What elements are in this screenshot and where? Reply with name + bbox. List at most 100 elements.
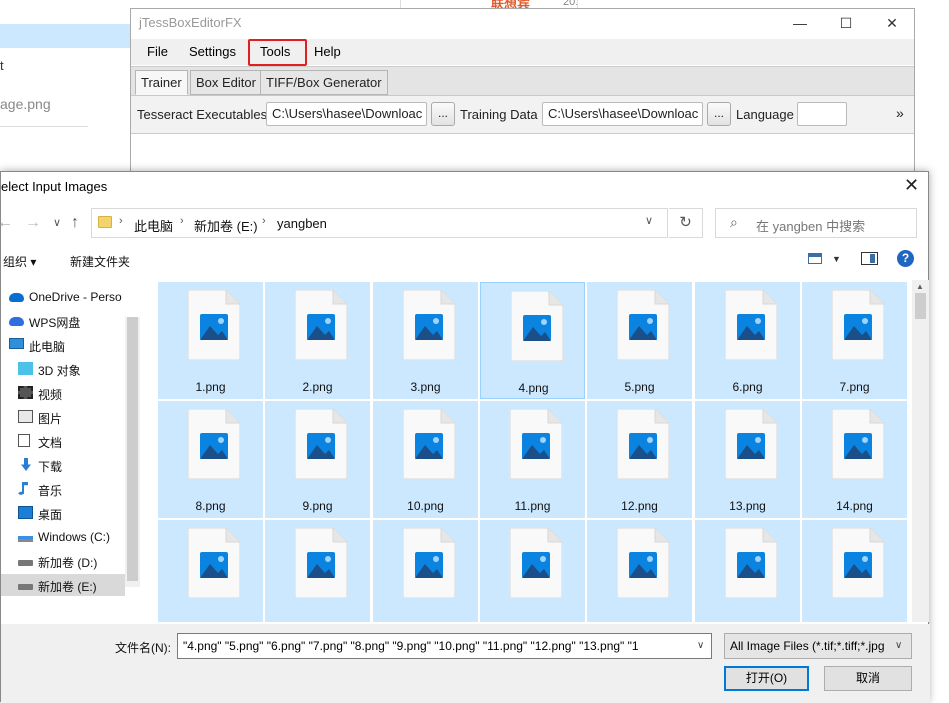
tesseract-executables-field[interactable]: C:\Users\hasee\Downloac bbox=[266, 102, 427, 126]
training-data-field[interactable]: C:\Users\hasee\Downloac bbox=[542, 102, 703, 126]
file-item[interactable] bbox=[373, 520, 478, 622]
tab-trainer[interactable]: Trainer bbox=[135, 70, 188, 95]
file-item[interactable]: 13.png bbox=[695, 401, 800, 518]
file-item[interactable]: 12.png bbox=[587, 401, 692, 518]
file-item[interactable]: 7.png bbox=[802, 282, 907, 399]
tesseract-browse-button[interactable]: ... bbox=[431, 102, 455, 126]
nav-item-label: 新加卷 (D:) bbox=[38, 556, 98, 570]
file-type-filter-select[interactable]: All Image Files (*.tif;*.tiff;*.jpg ∨ bbox=[724, 633, 912, 659]
nav-item[interactable]: 文档 bbox=[1, 430, 125, 452]
toolbar-overflow-button[interactable]: » bbox=[896, 105, 904, 121]
file-item[interactable]: 10.png bbox=[373, 401, 478, 518]
nav-item[interactable]: 下载 bbox=[1, 454, 125, 476]
documents-icon bbox=[18, 434, 30, 447]
cancel-button[interactable]: 取消 bbox=[824, 666, 912, 691]
filename-input[interactable]: "4.png" "5.png" "6.png" "7.png" "8.png" … bbox=[177, 633, 712, 659]
nav-item[interactable]: WPS网盘 bbox=[1, 310, 125, 332]
file-item[interactable]: 8.png bbox=[158, 401, 263, 518]
menu-settings[interactable]: Settings bbox=[189, 44, 236, 59]
view-options-icon[interactable] bbox=[808, 253, 822, 264]
organize-button[interactable]: 组织 ▾ bbox=[3, 253, 36, 270]
training-browse-button[interactable]: ... bbox=[707, 102, 731, 126]
chevron-down-icon[interactable]: ∨ bbox=[895, 634, 902, 658]
nav-item[interactable]: 视频 bbox=[1, 382, 125, 404]
nav-item[interactable]: 音乐 bbox=[1, 478, 125, 500]
file-item[interactable]: 5.png bbox=[587, 282, 692, 399]
nav-item-label: Windows (C:) bbox=[38, 530, 111, 544]
scrollbar-thumb[interactable] bbox=[915, 293, 926, 319]
file-item[interactable] bbox=[695, 520, 800, 622]
nav-item-label: 新加卷 (E:) bbox=[38, 580, 97, 594]
search-input[interactable]: ⌕ 在 yangben 中搜索 bbox=[715, 208, 917, 238]
menu-help[interactable]: Help bbox=[314, 44, 341, 59]
scroll-up-icon[interactable]: ▲ bbox=[916, 282, 924, 291]
search-placeholder: 在 yangben 中搜索 bbox=[756, 219, 866, 234]
new-folder-button[interactable]: 新建文件夹 bbox=[70, 253, 130, 270]
tab-box-editor[interactable]: Box Editor bbox=[190, 70, 262, 95]
search-icon: ⌕ bbox=[730, 214, 738, 230]
minimize-button[interactable]: — bbox=[777, 9, 823, 37]
breadcrumb-yangben[interactable]: yangben bbox=[277, 216, 327, 231]
file-name-label: 6.png bbox=[732, 380, 763, 394]
file-item[interactable] bbox=[265, 520, 370, 622]
file-item[interactable] bbox=[480, 520, 585, 622]
menu-file[interactable]: File bbox=[147, 44, 168, 59]
view-options-dropdown[interactable]: ▼ bbox=[832, 254, 841, 264]
image-file-icon bbox=[725, 528, 777, 598]
nav-item[interactable]: 图片 bbox=[1, 406, 125, 428]
maximize-button[interactable]: ☐ bbox=[823, 9, 869, 37]
recent-locations-icon[interactable]: ∨ bbox=[53, 216, 61, 229]
image-file-icon bbox=[510, 409, 562, 479]
file-name-label: 11.png bbox=[514, 499, 551, 513]
preview-pane-icon[interactable] bbox=[861, 252, 878, 265]
scrollbar-thumb[interactable] bbox=[127, 317, 138, 581]
close-button[interactable]: ✕ bbox=[869, 9, 915, 37]
breadcrumb-this-pc[interactable]: 此电脑 bbox=[134, 216, 173, 235]
desktop-icon bbox=[18, 506, 33, 519]
forward-icon[interactable]: → bbox=[25, 214, 41, 232]
select-input-images-dialog: elect Input Images ✕ ← → ∨ ↑ › 此电脑 › 新加卷… bbox=[0, 171, 930, 703]
filename-dropdown-icon[interactable]: ∨ bbox=[697, 634, 704, 658]
nav-item[interactable]: 新加卷 (E:) bbox=[1, 574, 125, 596]
open-button[interactable]: 打开(O) bbox=[724, 666, 809, 691]
image-file-icon bbox=[403, 528, 455, 598]
image-file-icon bbox=[617, 528, 669, 598]
file-item[interactable] bbox=[158, 520, 263, 622]
nav-item[interactable]: Windows (C:) bbox=[1, 526, 125, 548]
dialog-close-button[interactable]: ✕ bbox=[904, 175, 919, 196]
help-icon[interactable]: ? bbox=[897, 250, 914, 267]
file-name-label: 7.png bbox=[839, 380, 870, 394]
file-item[interactable]: 4.png bbox=[480, 282, 585, 399]
address-bar[interactable]: › 此电脑 › 新加卷 (E:) › yangben ∨ bbox=[91, 208, 668, 238]
file-item[interactable]: 9.png bbox=[265, 401, 370, 518]
file-item[interactable]: 6.png bbox=[695, 282, 800, 399]
refresh-button[interactable]: ↻ bbox=[669, 208, 703, 238]
tab-tiff-box-generator[interactable]: TIFF/Box Generator bbox=[260, 70, 388, 95]
menu-tools[interactable]: Tools bbox=[260, 44, 290, 59]
jtessboxeditor-window: jTessBoxEditorFX — ☐ ✕ File Settings Too… bbox=[130, 8, 915, 178]
file-grid-scrollbar[interactable]: ▲ bbox=[912, 280, 929, 622]
breadcrumb-drive-e[interactable]: 新加卷 (E:) bbox=[194, 216, 258, 235]
computer-icon bbox=[9, 338, 24, 349]
file-item[interactable]: 2.png bbox=[265, 282, 370, 399]
nav-item[interactable]: 桌面 bbox=[1, 502, 125, 524]
file-item[interactable]: 3.png bbox=[373, 282, 478, 399]
image-file-icon bbox=[617, 409, 669, 479]
nav-item[interactable]: OneDrive - Perso bbox=[1, 286, 125, 308]
up-folder-icon[interactable]: ↑ bbox=[71, 214, 79, 232]
file-item[interactable]: 11.png bbox=[480, 401, 585, 518]
language-field[interactable] bbox=[797, 102, 847, 126]
dialog-bottom-panel: 文件名(N): "4.png" "5.png" "6.png" "7.png" … bbox=[1, 624, 930, 703]
nav-item[interactable]: 此电脑 bbox=[1, 334, 125, 356]
file-item[interactable] bbox=[587, 520, 692, 622]
navigation-pane-scrollbar[interactable] bbox=[125, 317, 140, 587]
image-file-icon bbox=[295, 528, 347, 598]
nav-item[interactable]: 3D 对象 bbox=[1, 358, 125, 380]
back-icon[interactable]: ← bbox=[0, 214, 13, 232]
file-item[interactable]: 14.png bbox=[802, 401, 907, 518]
address-history-dropdown[interactable]: ∨ bbox=[645, 214, 653, 227]
nav-item[interactable]: 新加卷 (D:) bbox=[1, 550, 125, 572]
file-item[interactable] bbox=[802, 520, 907, 622]
nav-item-label: OneDrive - Perso bbox=[29, 290, 122, 304]
file-item[interactable]: 1.png bbox=[158, 282, 263, 399]
